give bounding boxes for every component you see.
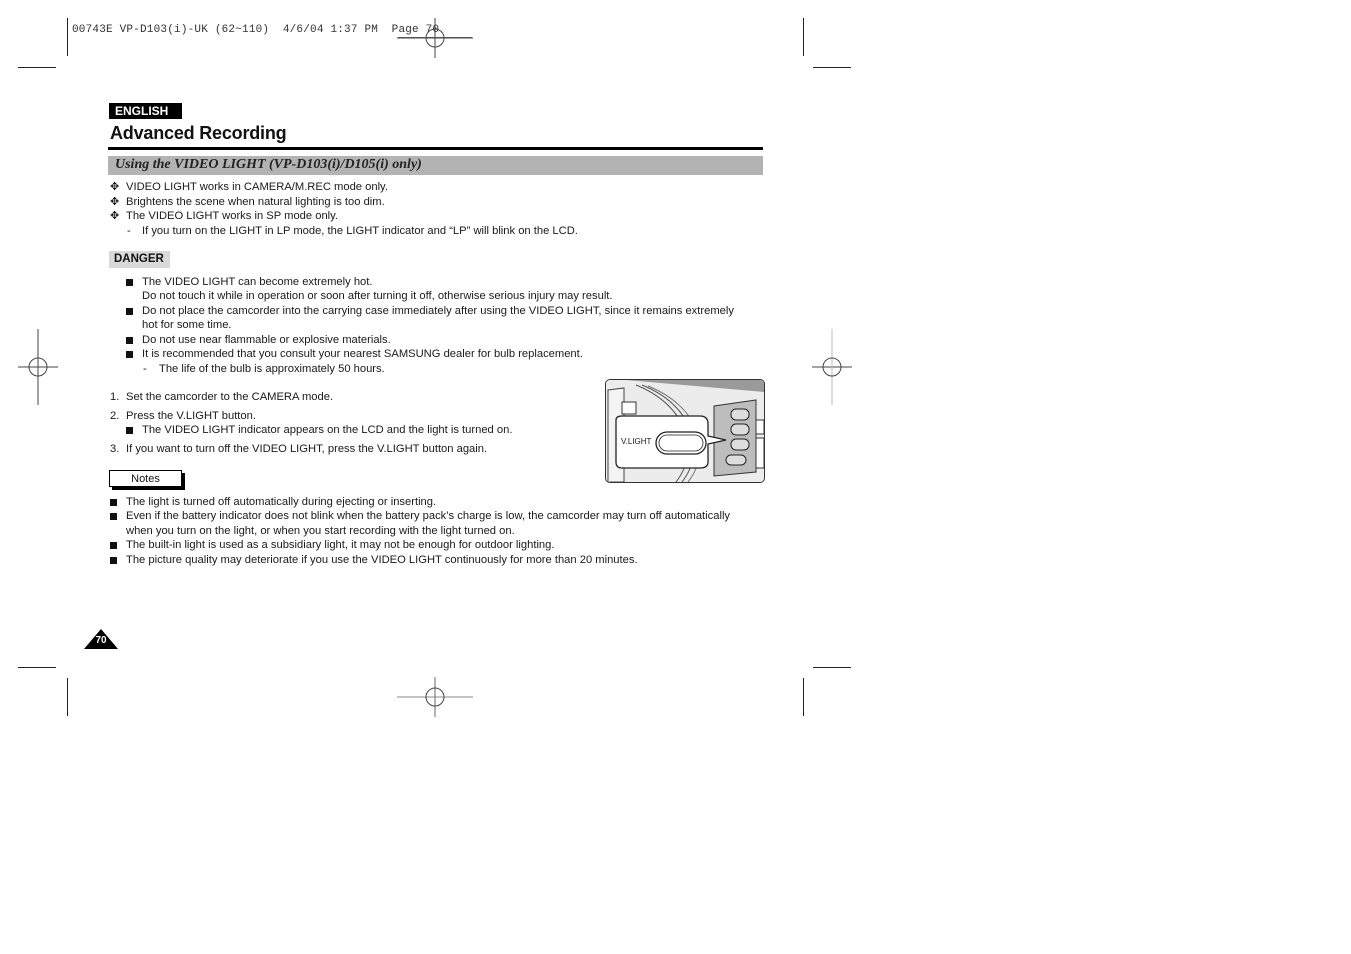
step-sub-text: The VIDEO LIGHT indicator appears on the… — [142, 424, 513, 436]
page-title: Advanced Recording — [110, 123, 287, 143]
step-number: 1. — [110, 391, 120, 403]
intro-bullet: VIDEO LIGHT works in CAMERA/M.REC mode o… — [126, 181, 388, 193]
slug-underline — [398, 37, 472, 38]
crop-mark — [18, 67, 56, 68]
crop-mark — [803, 678, 804, 716]
registration-mark-right — [812, 329, 852, 405]
danger-item: Do not place the camcorder into the carr… — [142, 305, 734, 317]
crop-mark — [813, 67, 851, 68]
step-number: 2. — [110, 410, 120, 422]
danger-item: It is recommended that you consult your … — [142, 348, 583, 360]
danger-item: The VIDEO LIGHT can become extremely hot… — [142, 276, 373, 288]
crop-mark — [803, 18, 804, 56]
intro-bullet: The VIDEO LIGHT works in SP mode only. — [126, 210, 339, 222]
cross-bullet-icon: ✥ — [110, 210, 120, 222]
intro-bullet: Brightens the scene when natural lightin… — [126, 196, 385, 208]
intro-sub-bullet: If you turn on the LIGHT in LP mode, the… — [142, 225, 578, 237]
page-number-badge: 70 — [84, 629, 118, 649]
danger-item: hot for some time. — [142, 319, 232, 331]
crop-mark — [67, 18, 68, 56]
dash-icon: - — [143, 363, 147, 375]
note-item: The light is turned off automatically du… — [126, 496, 437, 508]
crop-mark — [18, 667, 56, 668]
square-bullet-icon — [126, 337, 133, 344]
square-bullet-icon — [110, 557, 117, 564]
step-number: 3. — [110, 443, 120, 455]
language-badge: ENGLISH — [109, 103, 182, 119]
section-header: Using the VIDEO LIGHT (VP-D103(i)/D105(i… — [108, 156, 763, 175]
square-bullet-icon — [110, 513, 117, 520]
section-title: Using the VIDEO LIGHT (VP-D103(i)/D105(i… — [115, 157, 422, 172]
page-number: 70 — [95, 635, 107, 646]
notes-label: Notes — [109, 470, 182, 487]
square-bullet-icon — [126, 427, 133, 434]
crop-mark — [813, 667, 851, 668]
cross-bullet-icon: ✥ — [110, 181, 120, 193]
square-bullet-icon — [126, 308, 133, 315]
print-slug: 00743E VP-D103(i)-UK (62~110) 4/6/04 1:3… — [72, 24, 440, 36]
square-bullet-icon — [110, 499, 117, 506]
step-text: Press the V.LIGHT button. — [126, 410, 256, 422]
danger-item: Do not touch it while in operation or so… — [142, 290, 613, 302]
camcorder-drawing — [606, 380, 764, 482]
note-item: The built-in light is used as a subsidia… — [126, 539, 555, 551]
step-text: If you want to turn off the VIDEO LIGHT,… — [126, 443, 488, 455]
step-text: Set the camcorder to the CAMERA mode. — [126, 391, 334, 403]
danger-label: DANGER — [109, 251, 170, 268]
camcorder-illustration: V.LIGHT — [605, 379, 765, 483]
square-bullet-icon — [126, 279, 133, 286]
crop-mark — [67, 678, 68, 716]
note-item: when you turn on the light, or when you … — [126, 525, 515, 537]
square-bullet-icon — [110, 542, 117, 549]
cross-bullet-icon: ✥ — [110, 196, 120, 208]
registration-mark-bottom — [397, 677, 473, 717]
title-rule — [108, 147, 763, 150]
v-light-label: V.LIGHT — [621, 437, 652, 446]
danger-sub-item: The life of the bulb is approximately 50… — [159, 363, 385, 375]
registration-mark-left — [18, 329, 58, 405]
square-bullet-icon — [126, 351, 133, 358]
danger-item: Do not use near flammable or explosive m… — [142, 334, 391, 346]
note-item: Even if the battery indicator does not b… — [126, 510, 731, 522]
dash-icon: - — [127, 225, 131, 237]
note-item: The picture quality may deteriorate if y… — [126, 554, 638, 566]
